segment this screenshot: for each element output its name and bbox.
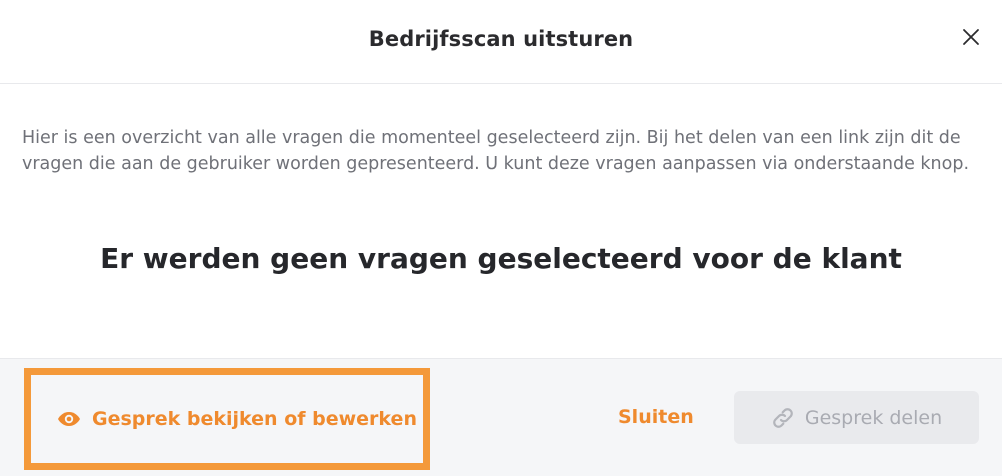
close-icon — [963, 29, 979, 45]
empty-state-message: Er werden geen vragen geselecteerd voor … — [100, 242, 902, 275]
dialog-body: Hier is een overzicht van alle vragen di… — [0, 84, 1002, 358]
link-icon — [771, 406, 795, 430]
view-edit-conversation-label: Gesprek bekijken of bewerken — [92, 408, 417, 430]
close-link-button[interactable]: Sluiten — [618, 406, 694, 428]
share-conversation-label: Gesprek delen — [804, 406, 943, 429]
dialog-title: Bedrijfsscan uitsturen — [368, 27, 634, 51]
share-conversation-button[interactable]: Gesprek delen — [734, 391, 979, 444]
share-scan-dialog: Bedrijfsscan uitsturen Hier is een overz… — [0, 0, 1002, 476]
dialog-header: Bedrijfsscan uitsturen — [0, 0, 1002, 84]
eye-icon — [57, 411, 81, 427]
dialog-footer: Gesprek bekijken of bewerken Sluiten Ges… — [0, 358, 1002, 476]
intro-text: Hier is een overzicht van alle vragen di… — [22, 128, 970, 174]
close-button[interactable] — [958, 24, 984, 50]
view-edit-conversation-button[interactable]: Gesprek bekijken of bewerken — [24, 368, 430, 470]
